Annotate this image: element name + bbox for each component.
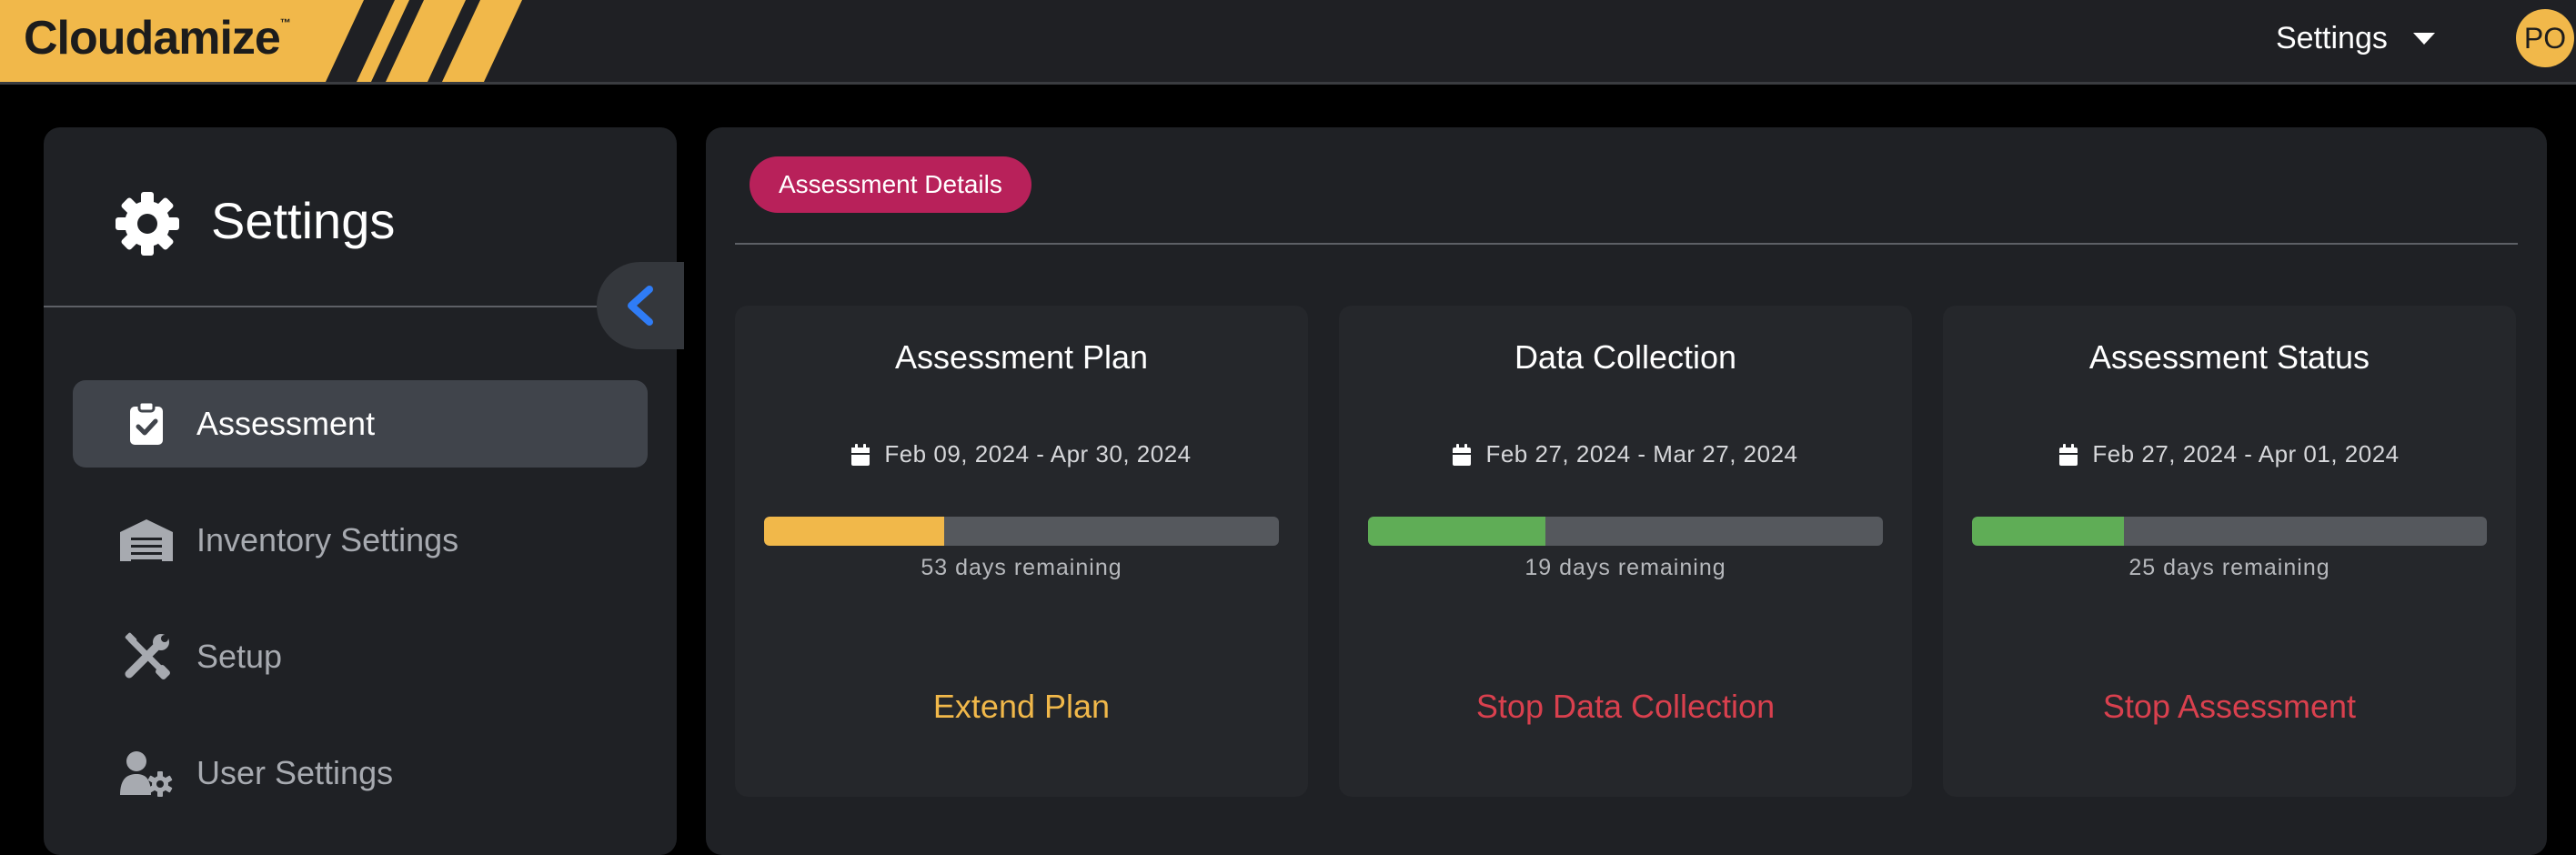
top-bar: Cloudamize™ Settings PO <box>0 0 2576 85</box>
clipboard-check-icon <box>115 401 178 447</box>
assessment-status-card: Assessment Status Feb 27, 2024 - Apr 01,… <box>1943 306 2516 797</box>
sidebar-item-inventory-settings[interactable]: Inventory Settings <box>73 497 648 584</box>
card-date-range: Feb 09, 2024 - Apr 30, 2024 <box>735 440 1308 468</box>
progress-fill <box>764 517 945 546</box>
sidebar-item-label: Inventory Settings <box>196 521 459 558</box>
card-title: Data Collection <box>1514 338 1737 376</box>
date-range-text: Feb 27, 2024 - Mar 27, 2024 <box>1485 440 1798 468</box>
sidebar-item-setup[interactable]: Setup <box>73 613 648 700</box>
sidebar-item-label: Assessment <box>196 405 376 442</box>
sidebar: Settings Assessment Inventory Settings S… <box>44 127 684 855</box>
progress-fill <box>1368 517 1546 546</box>
warehouse-icon <box>115 518 178 563</box>
card-date-range: Feb 27, 2024 - Apr 01, 2024 <box>1943 440 2516 468</box>
days-remaining: 53 days remaining <box>921 555 1122 580</box>
logo[interactable]: Cloudamize™ <box>0 0 528 82</box>
calendar-icon <box>851 443 870 466</box>
stop-assessment-button[interactable]: Stop Assessment <box>1943 688 2516 726</box>
caret-down-icon <box>2412 32 2435 45</box>
settings-dropdown-label: Settings <box>2276 20 2388 55</box>
sidebar-header: Settings <box>44 127 677 307</box>
days-remaining: 19 days remaining <box>1524 555 1726 580</box>
progress-bar <box>764 517 1279 546</box>
logo-trademark: ™ <box>279 16 291 29</box>
extend-plan-button[interactable]: Extend Plan <box>735 688 1308 726</box>
days-remaining: 25 days remaining <box>2128 555 2330 580</box>
card-date-range: Feb 27, 2024 - Mar 27, 2024 <box>1339 440 1912 468</box>
tab-assessment-details[interactable]: Assessment Details <box>750 156 1031 213</box>
calendar-icon <box>2059 443 2078 466</box>
card-title: Assessment Status <box>2088 338 2370 376</box>
chevron-left-icon <box>628 286 653 326</box>
sidebar-item-user-settings[interactable]: User Settings <box>73 729 648 817</box>
divider <box>735 243 2518 245</box>
collapse-sidebar-button[interactable] <box>597 262 684 349</box>
sidebar-item-label: User Settings <box>196 754 394 791</box>
gear-icon <box>116 192 179 256</box>
logo-text: Cloudamize™ <box>24 12 291 65</box>
user-gear-icon <box>115 749 178 797</box>
sidebar-title: Settings <box>211 192 396 249</box>
sidebar-item-label: Setup <box>196 638 283 675</box>
date-range-text: Feb 09, 2024 - Apr 30, 2024 <box>884 440 1192 468</box>
stop-data-collection-button[interactable]: Stop Data Collection <box>1339 688 1912 726</box>
avatar[interactable]: PO <box>2516 9 2574 67</box>
tools-icon <box>115 632 178 681</box>
progress-fill <box>1972 517 2124 546</box>
sidebar-item-assessment[interactable]: Assessment <box>73 380 648 468</box>
date-range-text: Feb 27, 2024 - Apr 01, 2024 <box>2092 440 2400 468</box>
assessment-plan-card: Assessment Plan Feb 09, 2024 - Apr 30, 2… <box>735 306 1308 797</box>
settings-dropdown[interactable]: Settings <box>2276 16 2435 60</box>
data-collection-card: Data Collection Feb 27, 2024 - Mar 27, 2… <box>1339 306 1912 797</box>
calendar-icon <box>1453 443 1472 466</box>
card-title: Assessment Plan <box>894 338 1149 376</box>
main-panel: Assessment Details Assessment Plan Feb 0… <box>706 127 2547 855</box>
progress-bar <box>1368 517 1883 546</box>
progress-bar <box>1972 517 2487 546</box>
